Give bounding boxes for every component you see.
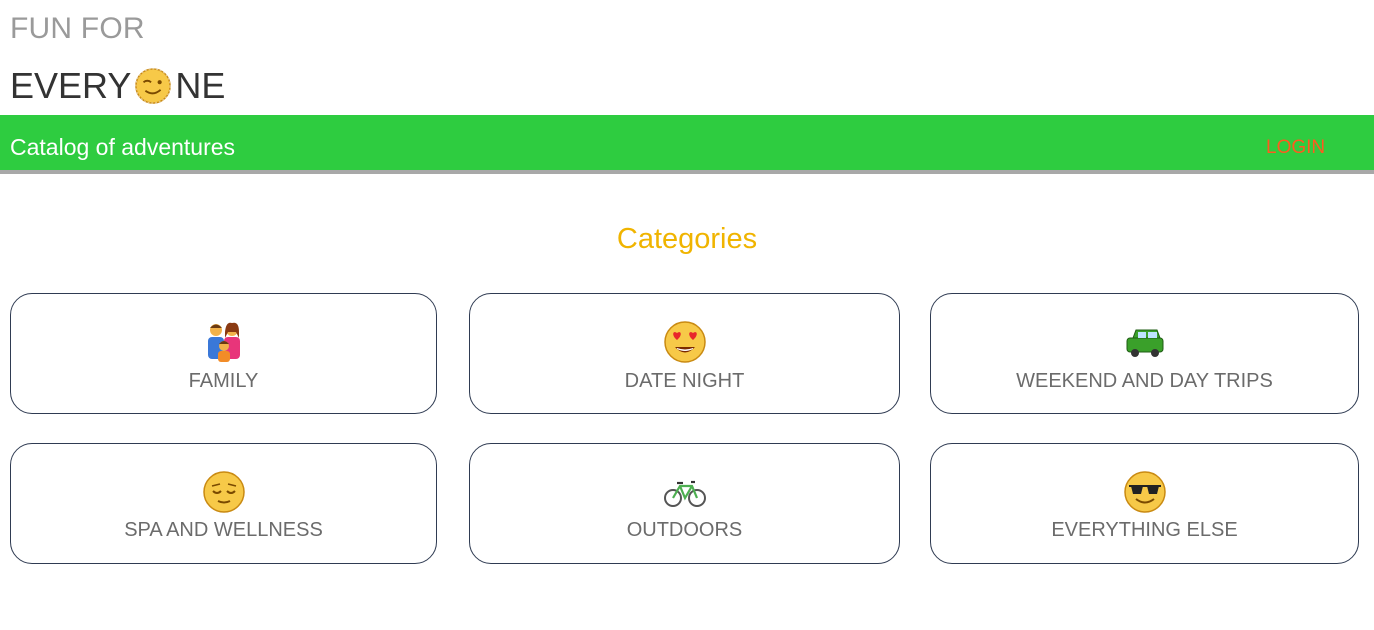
- category-label: EVERYTHING ELSE: [1051, 519, 1238, 541]
- category-label: OUTDOORS: [626, 519, 743, 541]
- brand-text-ne: NE: [175, 65, 226, 106]
- category-card-family[interactable]: FAMILY: [10, 293, 437, 414]
- category-card-date-night[interactable]: DATE NIGHT: [469, 293, 900, 414]
- winking-face-icon: [135, 68, 172, 104]
- heart-eyes-face-icon: [663, 321, 706, 363]
- category-card-everything-else[interactable]: EVERYTHING ELSE: [930, 443, 1359, 564]
- brand-line-2[interactable]: EVERY NE: [10, 66, 225, 106]
- category-card-weekend-trips[interactable]: WEEKEND AND DAY TRIPS: [930, 293, 1359, 414]
- bicycle-icon: [663, 480, 706, 507]
- category-label: SPA AND WELLNESS: [124, 519, 323, 541]
- family-icon: [207, 322, 240, 362]
- category-label: FAMILY: [188, 370, 259, 392]
- car-icon: [1126, 329, 1163, 357]
- categories-heading: Categories: [616, 223, 758, 255]
- navbar: Catalog of adventures LOGIN: [0, 115, 1374, 174]
- category-label: WEEKEND AND DAY TRIPS: [1016, 370, 1273, 392]
- category-label: DATE NIGHT: [624, 370, 745, 392]
- relieved-face-icon: [202, 471, 245, 513]
- site-header: FUN FOR EVERY NE: [0, 0, 1374, 115]
- category-card-outdoors[interactable]: OUTDOORS: [469, 443, 900, 564]
- brand-line-1: FUN FOR: [10, 12, 145, 45]
- sunglasses-face-icon: [1123, 471, 1166, 513]
- category-card-spa[interactable]: SPA AND WELLNESS: [10, 443, 437, 564]
- nav-title[interactable]: Catalog of adventures: [10, 133, 235, 161]
- brand-text-every: EVERY: [10, 65, 132, 106]
- login-link[interactable]: LOGIN: [1266, 136, 1325, 160]
